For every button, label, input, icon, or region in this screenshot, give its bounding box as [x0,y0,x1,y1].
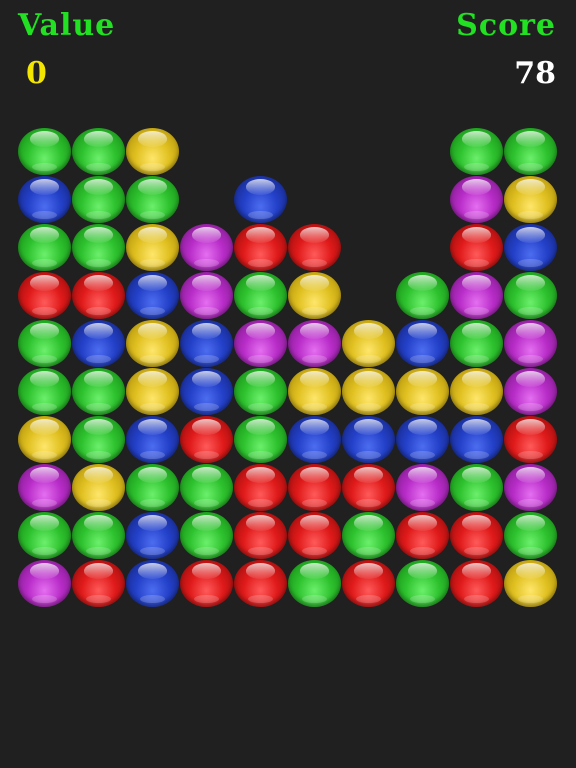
yellow-ball[interactable] [288,368,341,415]
blue-ball[interactable] [396,416,449,463]
purple-ball[interactable] [18,464,71,511]
purple-ball[interactable] [180,272,233,319]
purple-ball[interactable] [504,320,557,367]
red-ball[interactable] [18,272,71,319]
green-ball[interactable] [504,512,557,559]
yellow-ball[interactable] [342,368,395,415]
red-ball[interactable] [450,512,503,559]
green-ball[interactable] [72,128,125,175]
red-ball[interactable] [450,224,503,271]
red-ball[interactable] [72,560,125,607]
blue-ball[interactable] [180,320,233,367]
green-ball[interactable] [396,560,449,607]
yellow-ball[interactable] [126,320,179,367]
green-ball[interactable] [18,320,71,367]
green-ball[interactable] [126,464,179,511]
red-ball[interactable] [342,464,395,511]
blue-ball[interactable] [72,320,125,367]
yellow-ball[interactable] [288,272,341,319]
green-ball[interactable] [450,320,503,367]
yellow-ball[interactable] [126,368,179,415]
yellow-ball[interactable] [504,560,557,607]
green-ball[interactable] [396,272,449,319]
blue-ball[interactable] [126,560,179,607]
purple-ball[interactable] [180,224,233,271]
blue-ball[interactable] [126,416,179,463]
yellow-ball[interactable] [18,416,71,463]
red-ball[interactable] [180,416,233,463]
green-ball[interactable] [504,272,557,319]
red-ball[interactable] [450,560,503,607]
blue-ball[interactable] [342,416,395,463]
red-ball[interactable] [234,512,287,559]
yellow-ball[interactable] [72,464,125,511]
green-ball[interactable] [72,416,125,463]
red-ball[interactable] [342,560,395,607]
value-label: Value [18,8,116,43]
green-ball[interactable] [72,176,125,223]
blue-ball[interactable] [18,176,71,223]
red-ball[interactable] [288,464,341,511]
red-ball[interactable] [234,224,287,271]
purple-ball[interactable] [234,320,287,367]
red-ball[interactable] [396,512,449,559]
yellow-ball[interactable] [342,320,395,367]
purple-ball[interactable] [18,560,71,607]
green-ball[interactable] [288,560,341,607]
green-ball[interactable] [18,512,71,559]
yellow-ball[interactable] [450,368,503,415]
red-ball[interactable] [288,224,341,271]
score-label: Score [456,8,556,43]
green-ball[interactable] [342,512,395,559]
green-ball[interactable] [18,224,71,271]
red-ball[interactable] [288,512,341,559]
blue-ball[interactable] [126,272,179,319]
green-ball[interactable] [234,416,287,463]
blue-ball[interactable] [504,224,557,271]
green-ball[interactable] [126,176,179,223]
yellow-ball[interactable] [126,224,179,271]
green-ball[interactable] [234,272,287,319]
blue-ball[interactable] [180,368,233,415]
green-ball[interactable] [72,368,125,415]
game-board[interactable] [18,128,558,608]
yellow-ball[interactable] [396,368,449,415]
purple-ball[interactable] [450,176,503,223]
green-ball[interactable] [180,464,233,511]
green-ball[interactable] [450,128,503,175]
green-ball[interactable] [72,512,125,559]
blue-ball[interactable] [288,416,341,463]
red-ball[interactable] [504,416,557,463]
green-ball[interactable] [450,464,503,511]
score-number: 78 [514,56,556,91]
red-ball[interactable] [72,272,125,319]
red-ball[interactable] [180,560,233,607]
red-ball[interactable] [234,464,287,511]
red-ball[interactable] [234,560,287,607]
green-ball[interactable] [72,224,125,271]
purple-ball[interactable] [504,368,557,415]
purple-ball[interactable] [504,464,557,511]
blue-ball[interactable] [450,416,503,463]
purple-ball[interactable] [450,272,503,319]
yellow-ball[interactable] [504,176,557,223]
green-ball[interactable] [234,368,287,415]
purple-ball[interactable] [288,320,341,367]
yellow-ball[interactable] [126,128,179,175]
green-ball[interactable] [180,512,233,559]
purple-ball[interactable] [396,464,449,511]
blue-ball[interactable] [234,176,287,223]
blue-ball[interactable] [126,512,179,559]
green-ball[interactable] [18,128,71,175]
green-ball[interactable] [504,128,557,175]
blue-ball[interactable] [396,320,449,367]
value-number: 0 [26,56,47,91]
green-ball[interactable] [18,368,71,415]
